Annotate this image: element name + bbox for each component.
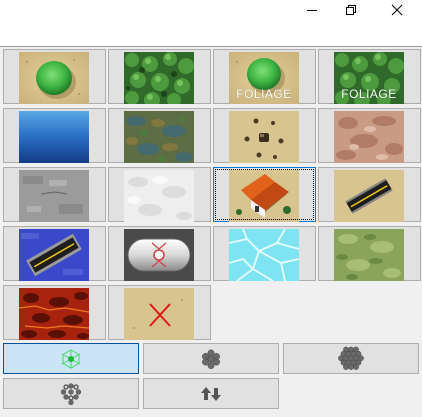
rocky-sand-texture: [229, 111, 299, 163]
tile-grassland[interactable]: [318, 226, 421, 281]
fuel-tank-texture: [124, 229, 194, 281]
red-clay-texture: [334, 111, 404, 163]
foliage-canopy-foliage-texture: FOLIAGE: [334, 52, 404, 104]
restore-button[interactable]: [329, 0, 373, 20]
deep-water-texture: [19, 111, 89, 163]
tile-foliage-canopy[interactable]: [108, 49, 211, 104]
tile-house[interactable]: [213, 167, 316, 222]
snow-texture: [124, 170, 194, 222]
hex-single-icon: [61, 348, 81, 369]
up-down-arrows-icon: [201, 386, 221, 401]
tile-fuel-tank[interactable]: [108, 226, 211, 281]
tile-erase[interactable]: [108, 285, 211, 340]
foliage-label: FOLIAGE: [341, 87, 397, 101]
hex-cluster-small-icon: [202, 349, 220, 369]
erase-texture: [124, 288, 194, 340]
tile-foliage-canopy-foliage[interactable]: FOLIAGE: [318, 49, 421, 104]
tile-snow[interactable]: [108, 167, 211, 222]
close-button[interactable]: [375, 0, 419, 20]
large-cluster-brush-button[interactable]: [283, 343, 419, 374]
tile-gray-concrete[interactable]: [3, 167, 106, 222]
tile-rocky-sand[interactable]: [213, 108, 316, 163]
grass-bush-texture: [19, 52, 89, 104]
tile-lava[interactable]: [3, 285, 106, 340]
lava-texture: [19, 288, 89, 340]
ice-texture: [229, 229, 299, 281]
hex-cluster-large-icon: [338, 346, 364, 370]
road-sand-texture: [334, 170, 404, 222]
minimize-button[interactable]: [290, 0, 334, 20]
foliage-canopy-texture: [124, 52, 194, 104]
title-bar: [0, 0, 422, 46]
tile-swamp[interactable]: [108, 108, 211, 163]
gray-concrete-texture: [19, 170, 89, 222]
foliage-label: FOLIAGE: [236, 87, 292, 101]
grass-bush-foliage-texture: FOLIAGE: [229, 52, 299, 104]
minimize-icon: [307, 10, 317, 11]
tile-grass-bush-foliage[interactable]: FOLIAGE: [213, 49, 316, 104]
tile-road-sand[interactable]: [318, 167, 421, 222]
hex-scatter-icon: [60, 382, 82, 405]
terrain-palette-panel: FOLIAGE FOLIAGE: [0, 46, 422, 417]
small-cluster-brush-button[interactable]: [143, 343, 279, 374]
tile-ice[interactable]: [213, 226, 316, 281]
road-water-texture: [19, 229, 89, 281]
house-texture: [229, 170, 299, 222]
tile-deep-water[interactable]: [3, 108, 106, 163]
scatter-brush-button[interactable]: [3, 378, 139, 409]
single-cell-brush-button[interactable]: [3, 343, 139, 374]
restore-icon: [346, 5, 356, 15]
swamp-texture: [124, 111, 194, 163]
tile-road-water[interactable]: [3, 226, 106, 281]
grassland-texture: [334, 229, 404, 281]
tile-red-clay[interactable]: [318, 108, 421, 163]
raise-lower-button[interactable]: [143, 378, 279, 409]
close-icon: [391, 4, 403, 16]
tile-grass-bush[interactable]: [3, 49, 106, 104]
